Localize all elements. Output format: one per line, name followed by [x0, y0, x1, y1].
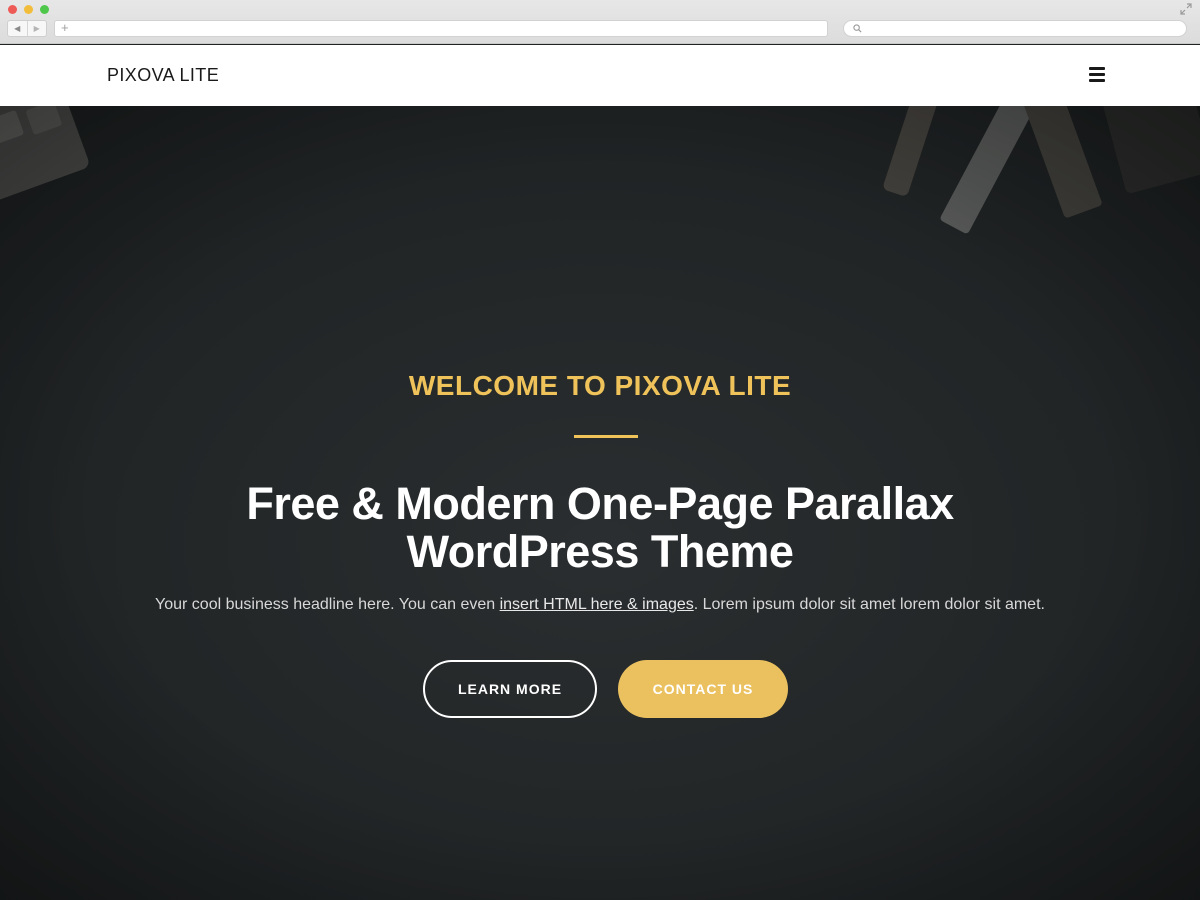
- address-bar[interactable]: +: [54, 20, 828, 37]
- browser-chrome: ◀ ▶ +: [0, 0, 1200, 44]
- site-header: PIXOVA LITE: [0, 45, 1200, 106]
- fullscreen-icon[interactable]: [1180, 3, 1192, 15]
- hamburger-menu-icon[interactable]: [1089, 67, 1105, 82]
- forward-button[interactable]: ▶: [26, 21, 47, 36]
- subline-text-end: . Lorem ipsum dolor sit amet lorem dolor…: [693, 596, 1045, 613]
- hero-headline: Free & Modern One-Page Parallax WordPres…: [100, 480, 1100, 576]
- headline-line-1: Free & Modern One-Page Parallax: [246, 478, 954, 529]
- hero-subline: Your cool business headline here. You ca…: [60, 596, 1140, 614]
- history-nav: ◀ ▶: [7, 20, 47, 37]
- search-icon: [853, 24, 862, 33]
- headline-line-2: WordPress Theme: [406, 526, 794, 577]
- back-button[interactable]: ◀: [8, 21, 27, 36]
- site-logo[interactable]: PIXOVA LITE: [107, 65, 219, 86]
- maximize-window-dot[interactable]: [40, 5, 49, 14]
- close-window-dot[interactable]: [8, 5, 17, 14]
- subline-link[interactable]: insert HTML here & images: [500, 596, 694, 613]
- new-tab-icon[interactable]: +: [61, 20, 69, 35]
- subline-text-start: Your cool business headline here. You ca…: [155, 596, 500, 613]
- kicker-divider: [574, 435, 638, 438]
- minimize-window-dot[interactable]: [24, 5, 33, 14]
- contact-us-button[interactable]: CONTACT US: [618, 660, 788, 718]
- hero-section: WELCOME TO PIXOVA LITE Free & Modern One…: [0, 106, 1200, 900]
- browser-search-input[interactable]: [843, 20, 1187, 37]
- hero-kicker: WELCOME TO PIXOVA LITE: [408, 370, 792, 401]
- learn-more-button[interactable]: LEARN MORE: [423, 660, 597, 718]
